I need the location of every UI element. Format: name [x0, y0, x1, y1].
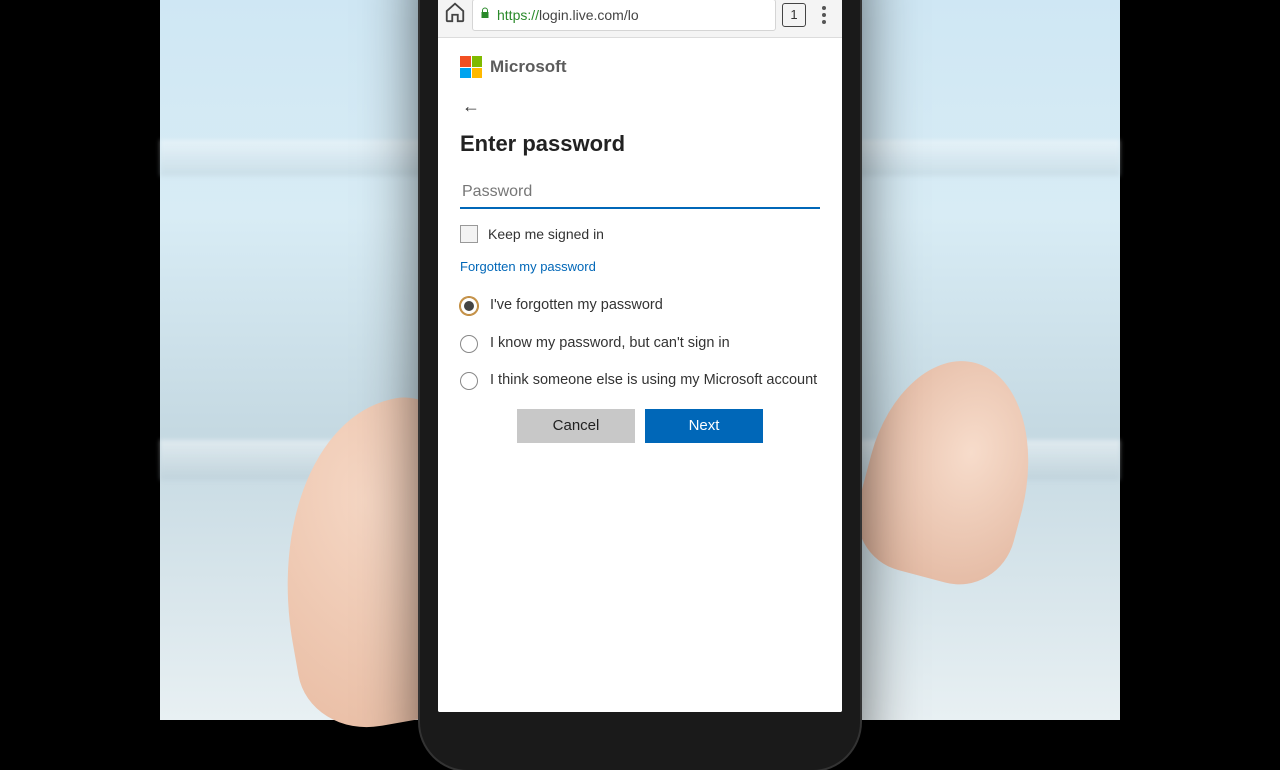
radio-button[interactable]: [460, 335, 478, 353]
button-row: Cancel Next: [460, 409, 820, 443]
url-protocol: https://: [497, 7, 539, 23]
page-title: Enter password: [460, 131, 820, 157]
microsoft-brand-text: Microsoft: [490, 57, 567, 77]
url-text: https://login.live.com/lo: [497, 7, 639, 23]
radio-button[interactable]: [460, 372, 478, 390]
home-icon[interactable]: [444, 1, 466, 28]
forgot-password-link[interactable]: Forgotten my password: [460, 259, 820, 274]
cancel-button[interactable]: Cancel: [517, 409, 635, 443]
back-arrow-icon[interactable]: ←: [462, 96, 486, 117]
radio-label: I've forgotten my password: [490, 296, 663, 316]
phone-frame: SAMSUNG 4G 80% 4:43 pm https://login.liv…: [420, 0, 860, 770]
radio-label: I know my password, but can't sign in: [490, 334, 730, 354]
recovery-options: I've forgotten my password I know my pas…: [460, 296, 820, 391]
keep-signed-label: Keep me signed in: [488, 226, 604, 242]
microsoft-header: Microsoft: [460, 56, 820, 78]
keep-signed-row[interactable]: Keep me signed in: [460, 225, 820, 243]
url-field[interactable]: https://login.live.com/lo: [472, 0, 776, 31]
password-input[interactable]: [460, 177, 820, 209]
lock-icon: [479, 6, 491, 24]
radio-know-password[interactable]: I know my password, but can't sign in: [460, 334, 820, 354]
radio-forgot-password[interactable]: I've forgotten my password: [460, 296, 820, 316]
microsoft-logo-icon: [460, 56, 482, 78]
url-host: login.live.com/lo: [539, 7, 639, 23]
browser-toolbar: https://login.live.com/lo 1: [438, 0, 842, 38]
radio-button[interactable]: [460, 297, 478, 315]
tab-count-button[interactable]: 1: [782, 3, 806, 27]
next-button[interactable]: Next: [645, 409, 763, 443]
overflow-menu-icon[interactable]: [812, 6, 836, 24]
phone-screen: 4G 80% 4:43 pm https://login.live.com/lo…: [438, 0, 842, 712]
page-content: Microsoft ← Enter password Keep me signe…: [438, 38, 842, 712]
keep-signed-checkbox[interactable]: [460, 225, 478, 243]
radio-account-compromised[interactable]: I think someone else is using my Microso…: [460, 371, 820, 391]
radio-label: I think someone else is using my Microso…: [490, 371, 817, 391]
